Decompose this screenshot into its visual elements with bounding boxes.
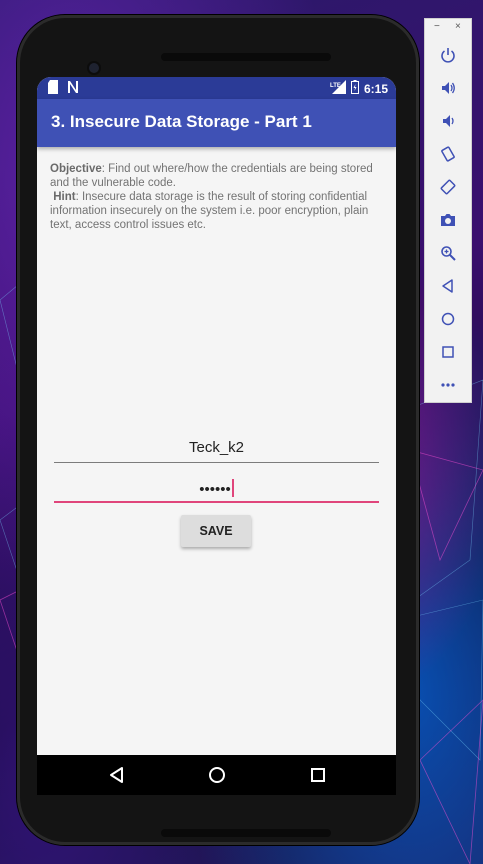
overview-icon[interactable] [436, 340, 460, 364]
volume-down-icon[interactable] [436, 109, 460, 133]
description-text: Objective: Find out where/how the creden… [50, 162, 386, 232]
back-icon[interactable] [436, 274, 460, 298]
password-value: •••••• [199, 481, 231, 498]
battery-icon [350, 80, 359, 97]
rotate-left-icon[interactable] [436, 142, 460, 166]
hint-label: Hint [53, 191, 76, 203]
navigation-bar [37, 755, 396, 795]
status-bar: LTE 6:15 [37, 77, 396, 99]
home-icon[interactable] [207, 765, 227, 785]
front-camera [89, 63, 99, 73]
username-underline [54, 462, 379, 463]
close-button[interactable]: × [455, 21, 461, 32]
rotate-right-icon[interactable] [436, 175, 460, 199]
recents-icon[interactable] [308, 765, 328, 785]
minimize-button[interactable]: − [434, 21, 440, 32]
home-icon[interactable] [436, 307, 460, 331]
username-value: Teck_k2 [188, 439, 245, 456]
page-title: 3. Insecure Data Storage - Part 1 [51, 112, 312, 131]
save-button[interactable]: SAVE [181, 515, 251, 547]
zoom-icon[interactable] [436, 241, 460, 265]
back-icon[interactable] [107, 765, 127, 785]
bottom-speaker [161, 829, 331, 837]
password-underline [54, 501, 379, 503]
power-icon[interactable] [436, 43, 460, 67]
emulator-control-panel: − × [424, 18, 472, 403]
top-speaker [161, 53, 331, 61]
password-field[interactable]: •••••• [54, 475, 379, 503]
objective-label: Objective [50, 163, 102, 175]
notification-n-icon [67, 80, 79, 99]
sd-card-icon [47, 80, 59, 99]
device-screen: LTE 6:15 3. Insecure Data Storage - Part… [37, 77, 396, 795]
volume-up-icon[interactable] [436, 76, 460, 100]
screenshot-icon[interactable] [436, 208, 460, 232]
hint-text: : Insecure data storage is the result of… [50, 191, 369, 231]
clock: 6:15 [363, 81, 388, 96]
username-field[interactable]: Teck_k2 [54, 435, 379, 463]
app-bar: 3. Insecure Data Storage - Part 1 [37, 99, 396, 147]
more-icon[interactable] [436, 373, 460, 397]
lte-signal-icon: LTE [330, 80, 346, 97]
svg-text:LTE: LTE [330, 83, 341, 89]
text-cursor [231, 479, 234, 497]
